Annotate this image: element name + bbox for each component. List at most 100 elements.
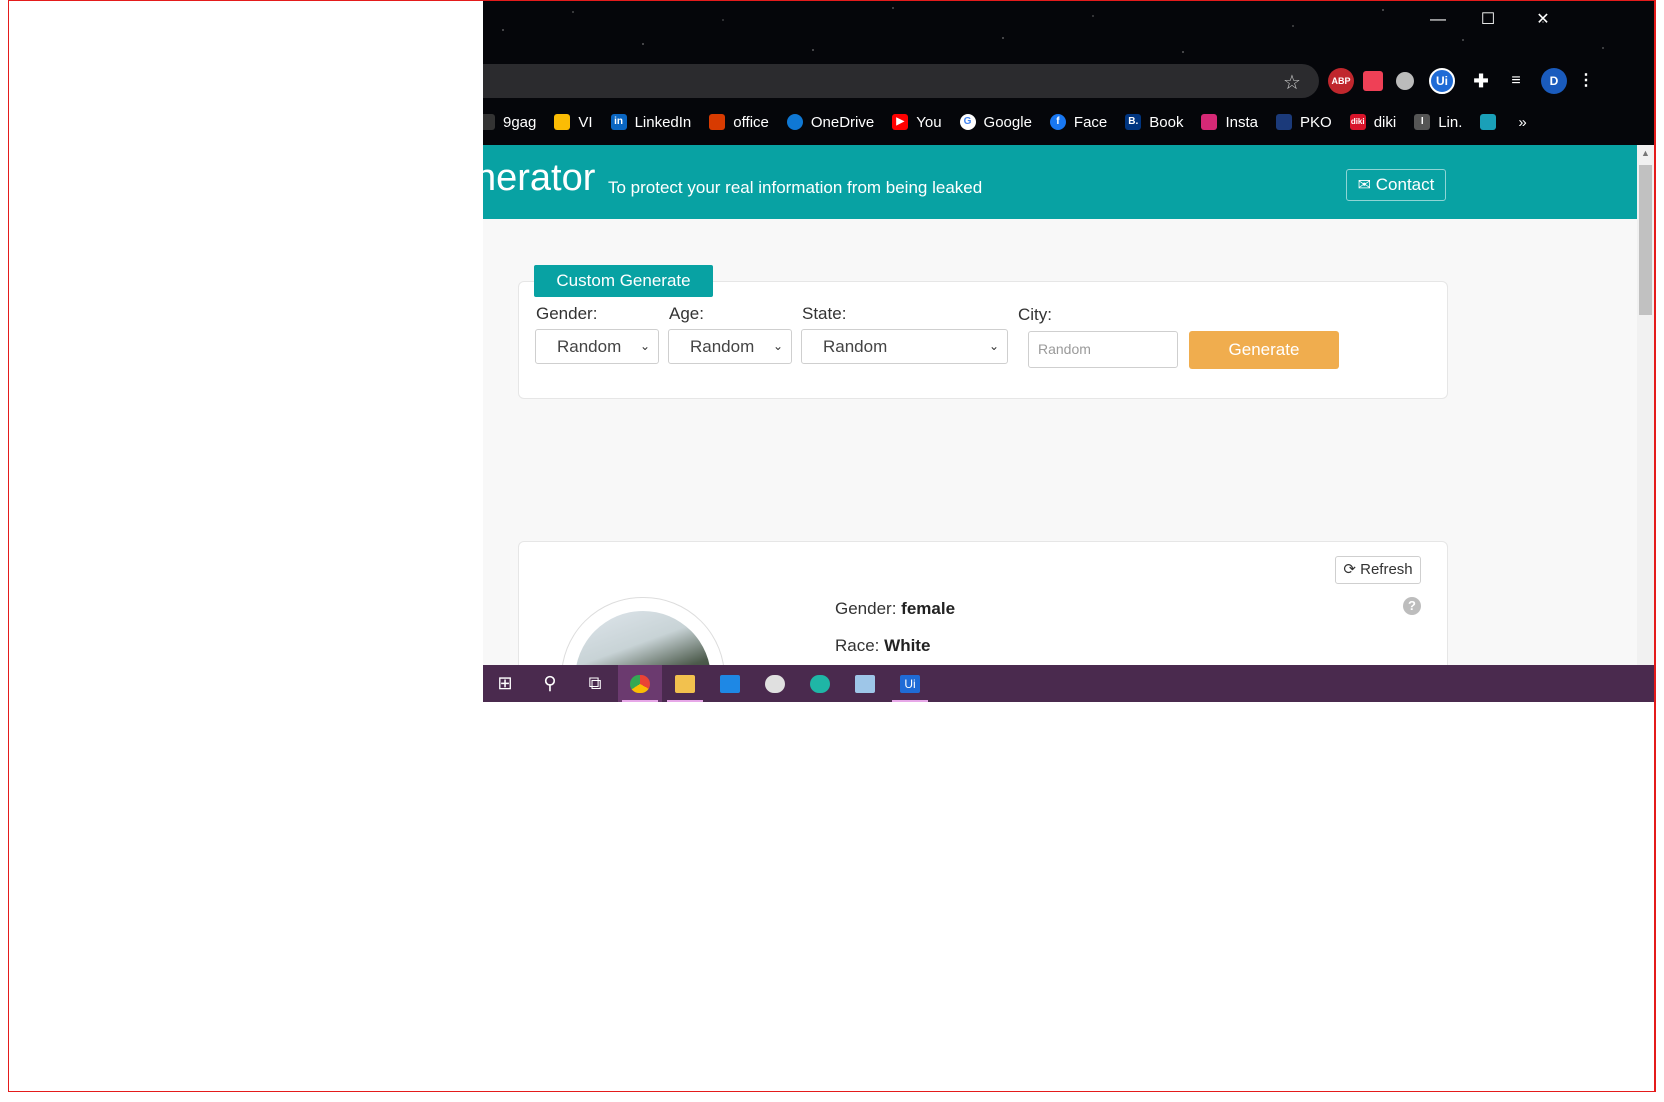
city-label: City: — [1018, 305, 1052, 324]
folder-icon — [675, 674, 695, 693]
gender-select[interactable]: Random ⌄ — [535, 329, 659, 364]
windows-start-icon[interactable]: ⊞ — [483, 665, 527, 702]
close-button[interactable]: ✕ — [1533, 10, 1553, 30]
pocket-extension-icon[interactable] — [1363, 71, 1383, 91]
chevron-down-icon: ⌄ — [772, 339, 783, 353]
bookmarks-bar: 9gag VI in LinkedIn office OneDrive ▶ You … — [483, 107, 1654, 137]
file-explorer-taskbar-icon[interactable] — [663, 665, 707, 702]
bookmark-facebook[interactable]: f Face — [1049, 114, 1107, 131]
page-scrollbar[interactable]: ▲ — [1637, 145, 1654, 665]
bookmark-google[interactable]: G Google — [959, 114, 1032, 131]
youtube-icon: ▶ — [892, 114, 909, 130]
star-icon[interactable]: ☆ — [1283, 70, 1301, 95]
bookmark-instagram[interactable]: Insta — [1201, 114, 1258, 131]
bookmark-booking[interactable]: B. Book — [1125, 114, 1183, 131]
uipath-taskbar-icon[interactable]: Ui — [888, 665, 932, 702]
site-tagline: To protect your real information from be… — [608, 178, 983, 197]
chrome-icon — [630, 674, 650, 693]
bookmark-vx[interactable] — [1480, 114, 1504, 130]
edge-taskbar-icon[interactable] — [798, 665, 842, 702]
search-icon[interactable]: ⚲ — [528, 665, 572, 702]
state-select-value: Random — [823, 337, 888, 356]
lin-icon: I — [1414, 114, 1431, 130]
result-gender-label: Gender: — [835, 599, 897, 618]
refresh-icon: ⟳ — [1343, 561, 1356, 578]
gender-select-value: Random — [557, 337, 622, 356]
site-header: nerator To protect your real information… — [483, 145, 1637, 219]
generate-button[interactable]: Generate — [1189, 331, 1339, 369]
facebook-icon: f — [1049, 114, 1066, 130]
diki-icon: diki — [1349, 114, 1366, 130]
result-race-value: White — [884, 636, 931, 655]
pko-icon — [1276, 114, 1293, 130]
age-select[interactable]: Random ⌄ — [668, 329, 792, 364]
profile-avatar[interactable]: D — [1541, 68, 1567, 94]
contact-label: Contact — [1375, 175, 1435, 194]
bookmark-office[interactable]: office — [709, 114, 769, 131]
9gag-icon — [483, 114, 495, 130]
bookmark-onedrive[interactable]: OneDrive — [786, 114, 874, 131]
scroll-up-arrow-icon[interactable]: ▲ — [1637, 145, 1654, 161]
chevron-down-icon: ⌄ — [988, 339, 999, 353]
browser-chrome: — ☐ ✕ ☆ ABP Ui ✚ ≡ D ⋮ 9gag VI in LinkedI… — [483, 0, 1654, 145]
office-icon — [709, 114, 726, 130]
task-view-icon[interactable]: ⧉ — [573, 665, 617, 702]
contact-button[interactable]: ✉ Contact — [1346, 169, 1446, 201]
refresh-label: Refresh — [1360, 561, 1413, 578]
mail-taskbar-icon[interactable] — [708, 665, 752, 702]
result-race-label: Race: — [835, 636, 880, 655]
state-label: State: — [802, 304, 847, 323]
notepad-taskbar-icon[interactable] — [843, 665, 887, 702]
bookmark-9gag[interactable]: 9gag — [483, 114, 536, 131]
puzzle-extension-icon[interactable]: ✚ — [1468, 68, 1494, 94]
vx-icon — [1480, 114, 1497, 130]
age-select-value: Random — [690, 337, 755, 356]
city-input[interactable]: Random — [1028, 331, 1178, 368]
google-icon: G — [959, 114, 976, 130]
paint-taskbar-icon[interactable] — [753, 665, 797, 702]
age-label: Age: — [669, 304, 704, 323]
windows-taskbar: ⊞ ⚲ ⧉ Ui — [483, 665, 1654, 702]
bookmark-vi[interactable]: VI — [554, 114, 593, 131]
media-extension-icon[interactable]: ≡ — [1503, 68, 1529, 94]
chevron-down-icon: ⌄ — [639, 339, 650, 353]
minimize-button[interactable]: — — [1428, 10, 1448, 30]
result-race: Race: White — [835, 636, 930, 656]
record-extension-icon[interactable] — [1396, 72, 1414, 90]
abp-extension-icon[interactable]: ABP — [1328, 68, 1354, 94]
instagram-icon — [1201, 114, 1218, 130]
mail-icon: ✉ — [1357, 177, 1372, 194]
paint-icon — [765, 674, 785, 693]
linkedin-icon: in — [610, 114, 627, 130]
bookmark-pko[interactable]: PKO — [1276, 114, 1332, 131]
custom-generate-tab: Custom Generate — [534, 265, 713, 297]
booking-icon: B. — [1125, 114, 1142, 130]
bookmarks-overflow[interactable]: » — [1518, 114, 1526, 131]
uipath-extension-icon[interactable]: Ui — [1429, 68, 1455, 94]
address-bar[interactable] — [483, 64, 1319, 98]
gender-label: Gender: — [536, 304, 598, 323]
bookmark-lin[interactable]: I Lin. — [1414, 114, 1462, 131]
maximize-button[interactable]: ☐ — [1478, 10, 1498, 30]
frame-right-edge — [1654, 0, 1656, 1092]
help-icon[interactable]: ? — [1403, 597, 1421, 615]
refresh-button[interactable]: ⟳ Refresh — [1335, 556, 1421, 584]
mail-icon — [720, 674, 740, 693]
edge-icon — [810, 674, 830, 693]
chrome-taskbar-icon[interactable] — [618, 665, 662, 702]
drive-icon — [554, 114, 571, 130]
result-gender-value: female — [901, 599, 956, 618]
bookmark-diki[interactable]: diki diki — [1349, 114, 1396, 131]
menu-dots-icon[interactable]: ⋮ — [1573, 68, 1599, 94]
bookmark-youtube[interactable]: ▶ You — [892, 114, 942, 131]
screenshot-region: — ☐ ✕ ☆ ABP Ui ✚ ≡ D ⋮ 9gag VI in LinkedI… — [483, 0, 1654, 702]
uipath-icon: Ui — [900, 674, 920, 693]
state-select[interactable]: Random ⌄ — [801, 329, 1008, 364]
scroll-thumb[interactable] — [1639, 165, 1652, 315]
site-title: nerator — [483, 157, 596, 199]
notepad-icon — [855, 674, 875, 693]
result-gender: Gender: female — [835, 599, 955, 619]
bookmark-linkedin[interactable]: in LinkedIn — [610, 114, 691, 131]
city-input-placeholder: Random — [1038, 341, 1091, 357]
onedrive-icon — [786, 114, 803, 130]
